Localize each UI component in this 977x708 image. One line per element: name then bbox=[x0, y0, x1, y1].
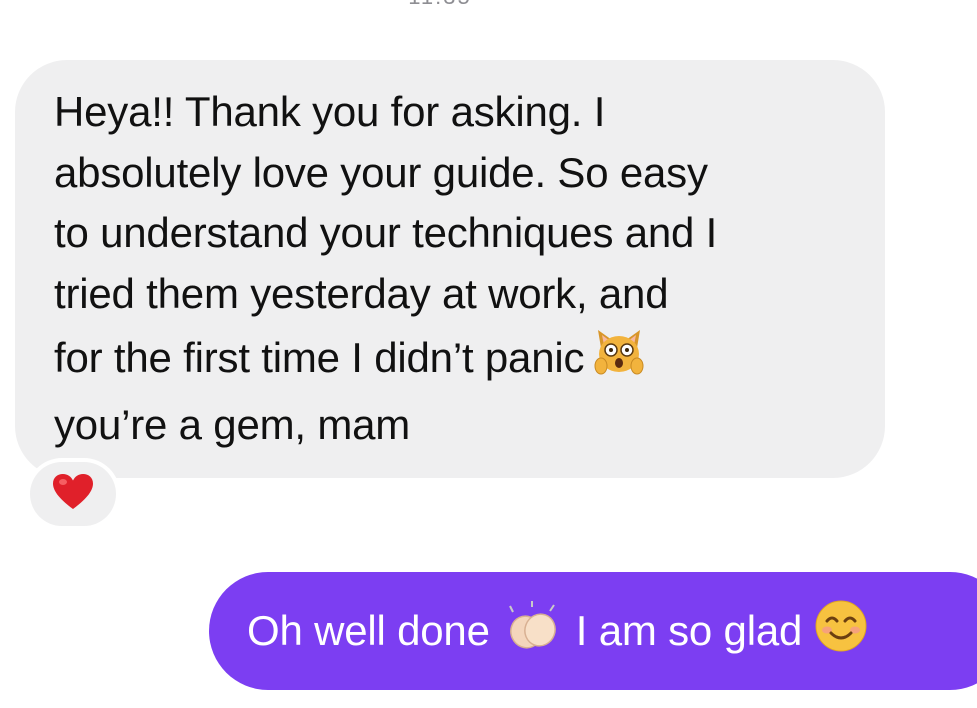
clapping-hands-icon bbox=[502, 600, 564, 662]
message-line: absolutely love your guide. So easy bbox=[54, 148, 708, 196]
outgoing-text-part: I am so glad bbox=[575, 607, 803, 654]
message-line: Heya!! Thank you for asking. I bbox=[54, 88, 606, 135]
red-heart-icon bbox=[52, 473, 94, 516]
outgoing-message-bubble[interactable]: Oh well done I am so glad bbox=[209, 572, 977, 690]
smiling-face-icon bbox=[814, 599, 868, 663]
reaction-badge bbox=[30, 462, 116, 526]
incoming-message-text: Heya!! Thank you for asking. I absolutel… bbox=[54, 82, 855, 455]
outgoing-text-part: Oh well done bbox=[247, 607, 490, 654]
incoming-message-bubble[interactable]: Heya!! Thank you for asking. I absolutel… bbox=[15, 60, 885, 478]
message-line: tried them yesterday at work, and bbox=[54, 269, 669, 317]
message-line: you’re a gem, mam bbox=[54, 400, 411, 448]
message-line: for the first time I didn’t panic bbox=[54, 334, 585, 381]
scared-cat-emoji-icon bbox=[592, 324, 646, 395]
message-timestamp: 11:35 bbox=[0, 0, 880, 10]
message-line: to understand your techniques and I bbox=[54, 209, 718, 256]
outgoing-message-text: Oh well done I am so glad bbox=[247, 599, 880, 663]
heart-reaction[interactable] bbox=[26, 458, 120, 530]
